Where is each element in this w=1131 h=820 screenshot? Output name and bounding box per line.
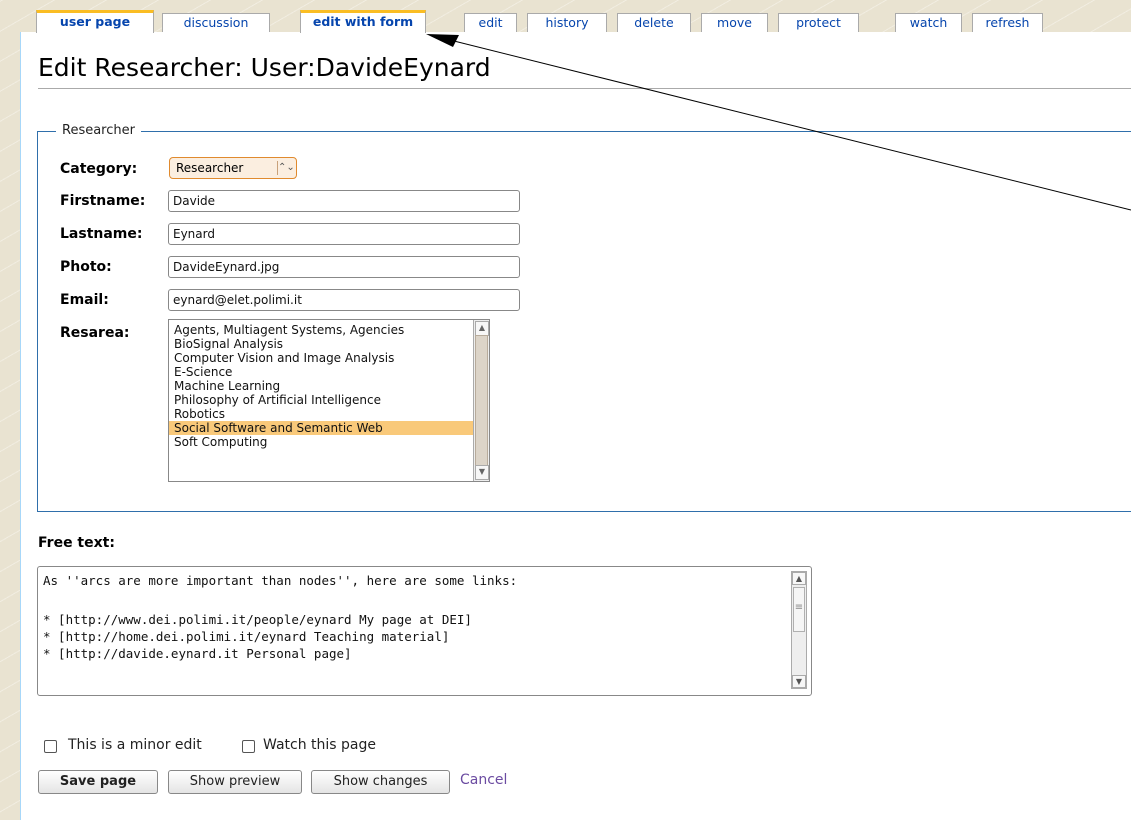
category-select[interactable]: Researcher ⌃⌄ bbox=[169, 157, 297, 179]
save-button[interactable]: Save page bbox=[38, 770, 158, 794]
show-changes-button[interactable]: Show changes bbox=[311, 770, 450, 794]
cancel-link[interactable]: Cancel bbox=[460, 772, 507, 788]
free-text-label: Free text: bbox=[38, 535, 115, 551]
minor-edit-checkbox[interactable] bbox=[44, 740, 57, 753]
list-item[interactable]: Machine Learning bbox=[169, 379, 489, 393]
scroll-down-icon[interactable]: ▼ bbox=[475, 465, 489, 480]
photo-input[interactable]: DavideEynard.jpg bbox=[168, 256, 520, 278]
scroll-thumb[interactable] bbox=[475, 335, 488, 466]
free-text-textarea[interactable]: As ''arcs are more important than nodes'… bbox=[37, 566, 812, 696]
list-item[interactable]: Computer Vision and Image Analysis bbox=[169, 351, 489, 365]
show-preview-button[interactable]: Show preview bbox=[168, 770, 302, 794]
list-item[interactable]: Soft Computing bbox=[169, 435, 489, 449]
listbox-scrollbar[interactable]: ▲ ▼ bbox=[473, 320, 489, 481]
textarea-line: As ''arcs are more important than nodes'… bbox=[43, 573, 518, 588]
firstname-label: Firstname: bbox=[60, 193, 146, 209]
select-arrows-icon: ⌃⌄ bbox=[277, 161, 295, 175]
tab-discussion[interactable]: discussion bbox=[162, 13, 270, 32]
scroll-thumb[interactable]: ≡ bbox=[793, 587, 805, 632]
category-value: Researcher bbox=[176, 161, 244, 175]
list-item[interactable]: Robotics bbox=[169, 407, 489, 421]
lastname-input[interactable]: Eynard bbox=[168, 223, 520, 245]
page-title: Edit Researcher: User:DavideEynard bbox=[38, 53, 491, 82]
tab-watch[interactable]: watch bbox=[895, 13, 962, 32]
list-item[interactable]: Agents, Multiagent Systems, Agencies bbox=[169, 323, 489, 337]
email-input[interactable]: eynard@elet.polimi.it bbox=[168, 289, 520, 311]
photo-label: Photo: bbox=[60, 259, 112, 275]
tab-protect[interactable]: protect bbox=[778, 13, 859, 32]
tab-history[interactable]: history bbox=[527, 13, 607, 32]
list-item[interactable]: BioSignal Analysis bbox=[169, 337, 489, 351]
tab-delete[interactable]: delete bbox=[617, 13, 691, 32]
resarea-label: Resarea: bbox=[60, 325, 130, 341]
list-item[interactable]: Philosophy of Artificial Intelligence bbox=[169, 393, 489, 407]
textarea-line: * [http://home.dei.polimi.it/eynard Teac… bbox=[43, 629, 450, 644]
firstname-input[interactable]: Davide bbox=[168, 190, 520, 212]
scroll-up-icon[interactable]: ▲ bbox=[475, 321, 489, 336]
tab-user-page[interactable]: user page bbox=[36, 10, 154, 33]
tab-move[interactable]: move bbox=[701, 13, 768, 32]
list-item[interactable]: E-Science bbox=[169, 365, 489, 379]
watch-page-checkbox[interactable] bbox=[242, 740, 255, 753]
fieldset-legend: Researcher bbox=[56, 123, 141, 138]
email-label: Email: bbox=[60, 292, 109, 308]
title-divider bbox=[38, 88, 1131, 89]
tab-edit[interactable]: edit bbox=[464, 13, 517, 32]
watch-page-label: Watch this page bbox=[263, 737, 376, 753]
tab-refresh[interactable]: refresh bbox=[972, 13, 1043, 32]
lastname-label: Lastname: bbox=[60, 226, 143, 242]
scroll-up-icon[interactable]: ▲ bbox=[792, 572, 806, 585]
scroll-down-icon[interactable]: ▼ bbox=[792, 675, 806, 688]
resarea-listbox[interactable]: Agents, Multiagent Systems, Agencies Bio… bbox=[168, 319, 490, 482]
textarea-scrollbar[interactable]: ▲ ≡ ▼ bbox=[791, 571, 807, 689]
tab-edit-with-form[interactable]: edit with form bbox=[300, 10, 426, 33]
page-tabs: user page discussion edit with form edit… bbox=[0, 10, 1131, 33]
minor-edit-label: This is a minor edit bbox=[68, 737, 202, 753]
textarea-line: * [http://www.dei.polimi.it/people/eynar… bbox=[43, 612, 472, 627]
category-label: Category: bbox=[60, 161, 138, 177]
list-item-selected[interactable]: Social Software and Semantic Web bbox=[169, 421, 489, 435]
textarea-line: * [http://davide.eynard.it Personal page… bbox=[43, 646, 352, 661]
